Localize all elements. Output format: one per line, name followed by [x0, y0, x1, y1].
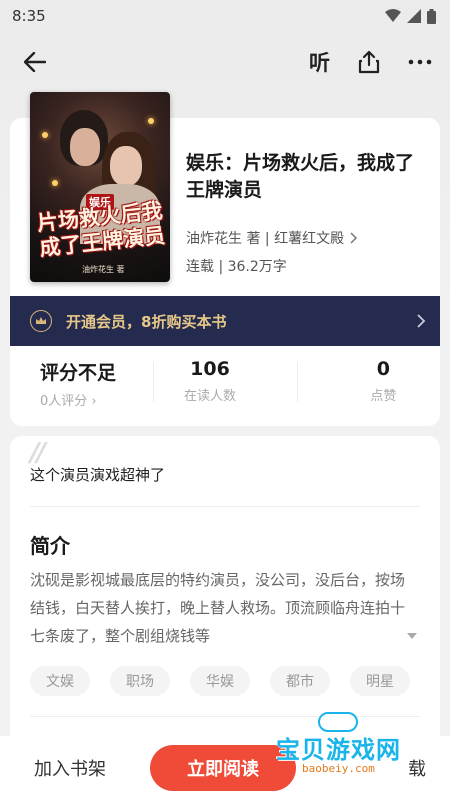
- stat-readers-value: 106: [190, 358, 230, 380]
- top-nav: 听: [0, 38, 450, 86]
- tag-item[interactable]: 职场: [110, 666, 170, 696]
- stat-likes-label: 点赞: [370, 389, 397, 404]
- stat-likes[interactable]: 0 点赞: [296, 354, 440, 414]
- watermark-logo: 宝贝游戏网 baobeiy.com: [276, 712, 426, 776]
- stat-rating-value: 评分不足: [40, 362, 117, 384]
- author-text: 油炸花生 著 | 红薯红文殿: [186, 231, 345, 247]
- book-cover[interactable]: 娱乐 片场救火后我成了王牌演员 油炸花生 著: [30, 92, 170, 282]
- chevron-right-icon: [417, 314, 426, 328]
- more-icon: [408, 59, 432, 65]
- book-quote: 这个演员演戏超神了: [30, 466, 166, 484]
- vip-banner[interactable]: 开通会员，8折购买本书: [10, 296, 440, 346]
- cover-art-title: 片场救火后我成了王牌演员: [35, 197, 167, 261]
- book-meta: 连载 | 36.2万字: [186, 259, 287, 275]
- back-arrow-icon: [24, 52, 46, 72]
- stat-readers: 106 在读人数: [153, 354, 296, 414]
- tag-item[interactable]: 文娱: [30, 666, 90, 696]
- stat-rating-label: 0人评分 ›: [40, 394, 97, 409]
- intro-fade: [310, 622, 410, 650]
- status-time: 8:35: [12, 7, 46, 25]
- cover-light: [42, 132, 48, 138]
- share-button[interactable]: [358, 50, 380, 74]
- status-icons: [385, 8, 436, 24]
- stat-likes-value: 0: [376, 358, 390, 380]
- add-to-shelf-button[interactable]: 加入书架: [34, 755, 150, 781]
- cover-art-author: 油炸花生 著: [82, 265, 125, 274]
- nav-actions: 听: [309, 47, 432, 77]
- cover-figure-male-face: [70, 128, 100, 166]
- tag-item[interactable]: 明星: [350, 666, 410, 696]
- book-info-card: 娱乐 片场救火后我成了王牌演员 油炸花生 著 娱乐：片场救火后，我成了王牌演员 …: [10, 92, 440, 426]
- status-bar: 8:35: [0, 0, 450, 32]
- share-icon: [358, 50, 380, 74]
- tag-list: 文娱 职场 华娱 都市 明星: [30, 666, 410, 696]
- battery-icon: [427, 8, 436, 24]
- vip-crown-icon: [30, 310, 52, 332]
- back-button[interactable]: [24, 52, 46, 72]
- more-button[interactable]: [408, 59, 432, 65]
- divider: [30, 506, 420, 507]
- cover-light: [52, 180, 58, 186]
- stat-readers-label: 在读人数: [183, 389, 236, 404]
- watermark-main-text: 宝贝游戏网: [276, 736, 401, 764]
- author-link[interactable]: 油炸花生 著 | 红薯红文殿: [186, 228, 358, 248]
- watermark-sub-text: baobeiy.com: [302, 762, 375, 775]
- book-title: 娱乐：片场救火后，我成了王牌演员: [186, 152, 415, 201]
- vip-banner-text: 开通会员，8折购买本书: [66, 312, 227, 331]
- book-detail-card: // 这个演员演戏超神了 简介 沈砚是影视城最底层的特约演员，没公司，没后台，按…: [10, 436, 440, 756]
- wifi-icon: [385, 9, 401, 22]
- intro-heading: 简介: [30, 534, 70, 558]
- tag-item[interactable]: 都市: [270, 666, 330, 696]
- read-now-button[interactable]: 立即阅读: [150, 745, 296, 791]
- tag-item[interactable]: 华娱: [190, 666, 250, 696]
- listen-button[interactable]: 听: [309, 47, 330, 77]
- book-stats: 评分不足 0人评分 › 106 在读人数 0 点赞: [10, 354, 440, 414]
- chevron-down-icon[interactable]: [406, 632, 418, 640]
- stat-rating[interactable]: 评分不足 0人评分 ›: [10, 354, 153, 414]
- signal-icon: [407, 9, 421, 23]
- gamepad-icon: [318, 712, 358, 732]
- cover-figure-female-face: [110, 146, 142, 186]
- chevron-right-icon: [350, 232, 358, 244]
- cover-light: [148, 118, 154, 124]
